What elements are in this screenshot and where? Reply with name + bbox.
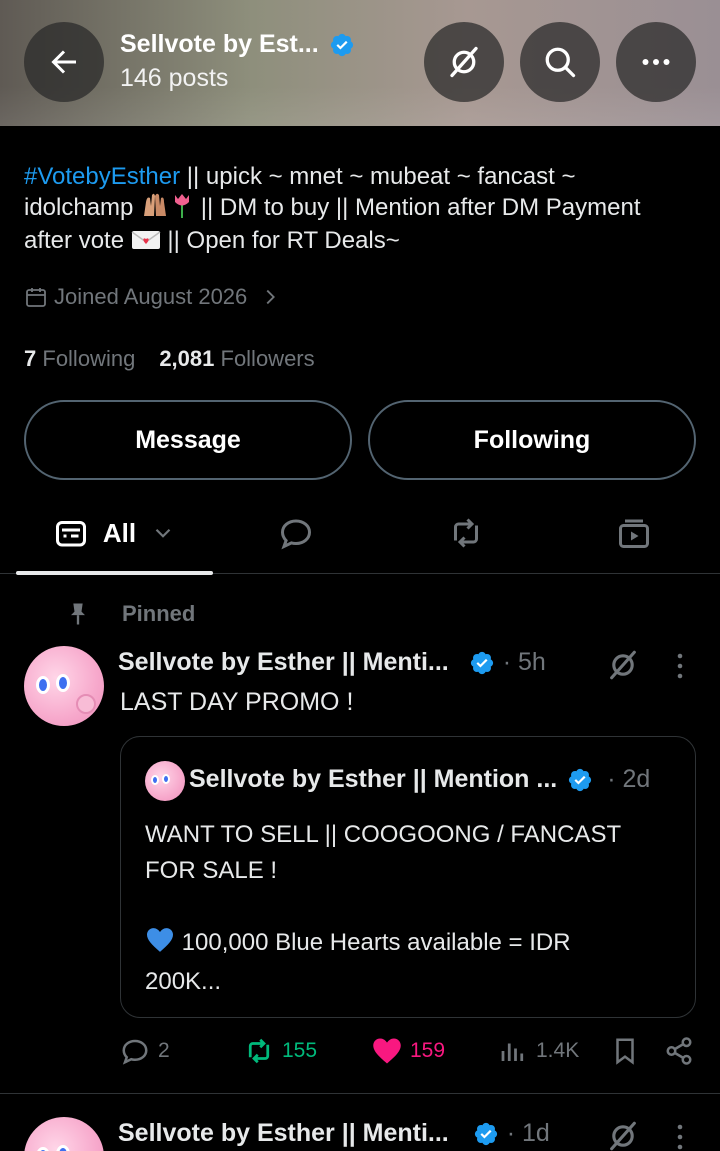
hands-emoji-icon (140, 192, 170, 226)
repost-count: 155 (282, 1039, 318, 1062)
like-count: 159 (410, 1039, 446, 1062)
avatar[interactable] (24, 646, 104, 726)
post-actions: 2 155 159 1.4K (120, 1036, 700, 1076)
bio-hashtag-link[interactable]: #VotebyEsther (24, 163, 180, 190)
followers-link[interactable]: 2,081 Followers (159, 346, 314, 372)
quoted-author: Sellvote by Esther || Mention ... (189, 765, 558, 793)
reply-button[interactable]: 2 (120, 1036, 170, 1066)
verified-badge-icon (330, 33, 353, 56)
view-count: 1.4K (536, 1039, 580, 1062)
grok-icon (450, 46, 478, 78)
follow-stats: 7 Following 2,081 Followers (24, 346, 315, 372)
repost-button[interactable]: 155 (244, 1036, 317, 1066)
grok-button[interactable] (424, 22, 504, 102)
verified-badge-icon (569, 768, 592, 791)
tulip-emoji-icon (170, 192, 194, 226)
verified-badge-icon (474, 1122, 497, 1145)
header-title: Sellvote by Est... (120, 30, 319, 58)
feed-card-icon (55, 521, 86, 547)
pin-icon (71, 603, 85, 625)
profile-tabs: All (0, 494, 720, 575)
profile-bio: #VotebyEsther || upick ~ mnet ~ mubeat ~… (24, 162, 704, 259)
following-label: Following (42, 346, 136, 371)
chevron-right-icon (266, 289, 276, 305)
post-header: Sellvote by Esther || Menti... · 5h (118, 648, 546, 677)
like-button[interactable]: 159 (372, 1036, 445, 1066)
post-more-icon[interactable] (674, 652, 686, 680)
active-tab-indicator (16, 571, 213, 575)
avatar[interactable] (24, 1117, 104, 1151)
bio-text: idolchamp (24, 194, 141, 221)
bookmark-icon (616, 1038, 634, 1065)
following-count: 7 (24, 346, 37, 371)
reply-count: 2 (158, 1039, 170, 1062)
views-button[interactable]: 1.4K (498, 1036, 579, 1066)
analytics-bars-icon (501, 1043, 524, 1061)
profile-header (0, 0, 720, 126)
quoted-post-header: Sellvote by Esther || Mention ... · 2d (189, 765, 650, 794)
search-icon (545, 47, 576, 78)
post-author[interactable]: Sellvote by Esther || Menti... (118, 648, 449, 677)
heart-filled-icon (373, 1038, 401, 1064)
reply-icon (122, 1039, 148, 1065)
tab-all[interactable]: All (16, 494, 213, 572)
bio-text: || Open for RT Deals~ (160, 227, 400, 254)
post-text: LAST DAY PROMO ! (120, 688, 354, 716)
chevron-down-icon (155, 528, 171, 538)
post-timestamp: · 5h (502, 648, 546, 676)
verified-badge-icon (470, 651, 493, 674)
repost-icon (454, 518, 478, 548)
reply-bubble-icon (280, 519, 312, 550)
bookmark-button[interactable] (610, 1036, 640, 1066)
love-letter-emoji-icon (131, 229, 161, 259)
bio-text: || upick ~ mnet ~ mubeat ~ fancast ~ (180, 163, 576, 190)
pinned-label: Pinned (122, 601, 196, 626)
post-timestamp: · 1d (506, 1119, 550, 1147)
profile-action-buttons: Message Following (24, 400, 696, 480)
repost-icon (248, 1038, 270, 1064)
joined-date: Joined August 2026 (54, 284, 248, 309)
more-options-button[interactable] (616, 22, 696, 102)
post-author[interactable]: Sellvote by Esther || Menti... (118, 1119, 449, 1148)
quoted-line: WANT TO SELL || COOGOONG / FANCAST (145, 821, 622, 848)
quoted-line: 200K... (145, 968, 222, 995)
joined-date-row[interactable]: Joined August 2026 (24, 284, 281, 310)
quoted-post[interactable]: Sellvote by Esther || Mention ... · 2d W… (120, 736, 696, 1018)
quoted-line: FOR SALE ! (145, 857, 278, 884)
calendar-icon (26, 288, 46, 307)
quoted-timestamp: · 2d (607, 765, 651, 793)
pinned-indicator: Pinned (64, 600, 195, 628)
post-divider (0, 1093, 720, 1094)
media-play-icon (619, 519, 649, 548)
followers-label: Followers (220, 346, 315, 371)
tab-all-label: All (102, 517, 137, 548)
share-button[interactable] (664, 1036, 694, 1066)
followers-count: 2,081 (159, 346, 215, 371)
more-dots-icon (642, 59, 670, 65)
bio-text: || DM to buy || Mention after DM Payment (194, 194, 641, 221)
post-header: Sellvote by Esther || Menti... · 1d (118, 1119, 550, 1148)
blue-heart-emoji-icon (145, 927, 175, 964)
tab-reposts[interactable] (430, 494, 502, 572)
back-button[interactable] (24, 22, 104, 102)
share-icon (666, 1037, 692, 1065)
following-button[interactable]: Following (368, 400, 696, 480)
tab-replies[interactable] (260, 494, 332, 572)
quoted-avatar (145, 761, 185, 801)
quoted-line: 100,000 Blue Hearts available = IDR (175, 929, 571, 956)
message-button[interactable]: Message (24, 400, 352, 480)
post-more-icon[interactable] (674, 1123, 686, 1151)
tab-media[interactable] (598, 494, 670, 572)
grok-icon[interactable] (606, 1119, 640, 1151)
bio-text: after vote (24, 227, 131, 254)
back-arrow-icon (51, 50, 76, 74)
header-title-row: Sellvote by Est... (120, 30, 355, 59)
post-count: 146 posts (120, 64, 229, 92)
search-button[interactable] (520, 22, 600, 102)
following-link[interactable]: 7 Following (24, 346, 135, 372)
quoted-text: WANT TO SELL || COOGOONG / FANCAST FOR S… (145, 817, 675, 1000)
grok-icon[interactable] (606, 648, 640, 682)
